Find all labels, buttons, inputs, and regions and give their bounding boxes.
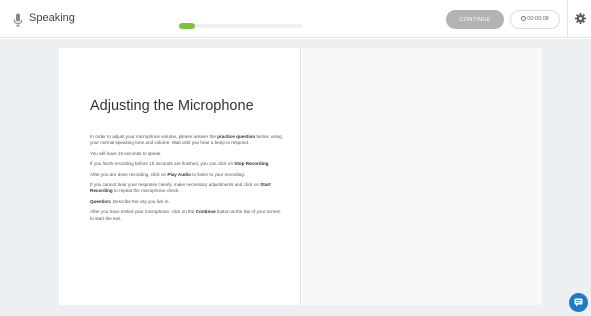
paragraph-time-limit: You will have 15 seconds to speak. — [90, 150, 162, 156]
recording-pane — [302, 48, 542, 305]
paragraph-repeat: If you cannot hear your response clearly… — [90, 182, 271, 194]
instruction-card: Adjusting the Microphone In order to adj… — [59, 48, 542, 305]
paragraph-intro: In order to adjust your microphone volum… — [90, 134, 282, 146]
paragraph-play: After you are done recording, click on P… — [90, 171, 246, 177]
chat-icon — [574, 298, 583, 307]
main-stage: Adjusting the Microphone In order to adj… — [0, 39, 591, 316]
clock-icon — [521, 15, 527, 21]
continue-button[interactable]: CONTINUE — [446, 10, 504, 29]
chat-button[interactable] — [569, 293, 588, 312]
page-title: Adjusting the Microphone — [90, 98, 254, 114]
paragraph-question: Question: Describe the city you live in. — [90, 198, 170, 204]
section-title: Speaking — [29, 12, 75, 24]
instructions-pane: Adjusting the Microphone In order to adj… — [59, 48, 301, 305]
top-bar: Speaking CONTINUE 00:00:08 — [0, 0, 591, 38]
paragraph-stop: If you finish recording before 15 second… — [90, 161, 270, 167]
timer: 00:00:08 — [510, 10, 560, 29]
progress-fill — [179, 23, 196, 29]
paragraph-continue: After you have tested your microphone, c… — [90, 209, 281, 221]
gear-icon[interactable] — [575, 13, 586, 24]
progress-bar — [179, 23, 303, 29]
microphone-icon — [13, 13, 23, 27]
header-divider — [567, 0, 568, 38]
instructions-text: In order to adjust your microphone volum… — [90, 134, 282, 226]
timer-value: 00:00:08 — [527, 16, 549, 22]
